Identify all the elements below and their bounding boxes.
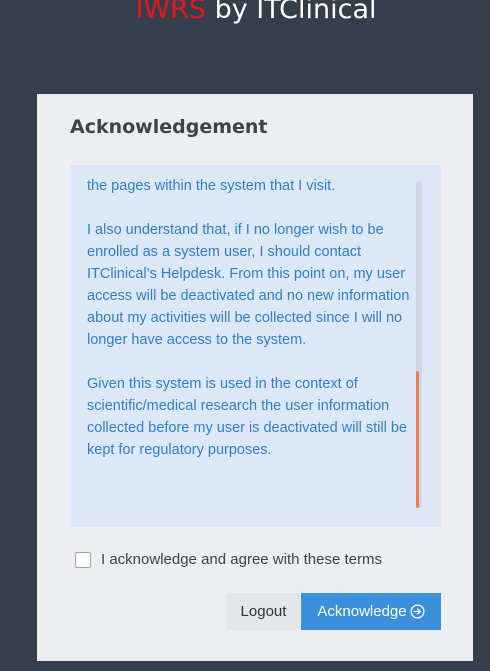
brand-name: IWRS — [135, 0, 207, 25]
terms-paragraph-3: Given this system is used in the context… — [87, 376, 407, 458]
terms-scroll-box[interactable]: the pages within the system that I visit… — [70, 165, 441, 527]
logout-label: Logout — [240, 603, 287, 620]
terms-text: the pages within the system that I visit… — [87, 175, 412, 483]
card-title: Acknowledgement — [70, 116, 268, 138]
agree-row: I acknowledge and agree with these terms — [75, 551, 382, 568]
acknowledge-button[interactable]: Acknowledge — [301, 593, 441, 630]
terms-paragraph-2: I also understand that, if I no longer w… — [87, 222, 410, 348]
terms-paragraph-1: the pages within the system that I visit… — [87, 178, 336, 194]
scrollbar-thumb[interactable] — [416, 370, 419, 508]
acknowledgement-card: Acknowledgement the pages within the sys… — [37, 94, 473, 661]
app-title-suffix: by ITClinical — [206, 0, 377, 25]
scrollbar-track[interactable] — [416, 181, 422, 508]
logout-button[interactable]: Logout — [227, 593, 300, 630]
agree-label[interactable]: I acknowledge and agree with these terms — [101, 551, 382, 568]
acknowledge-label: Acknowledge — [317, 603, 407, 620]
app-title: IWRS by ITClinical — [0, 0, 490, 25]
agree-checkbox[interactable] — [75, 551, 91, 568]
arrow-right-circle-icon — [410, 604, 425, 619]
